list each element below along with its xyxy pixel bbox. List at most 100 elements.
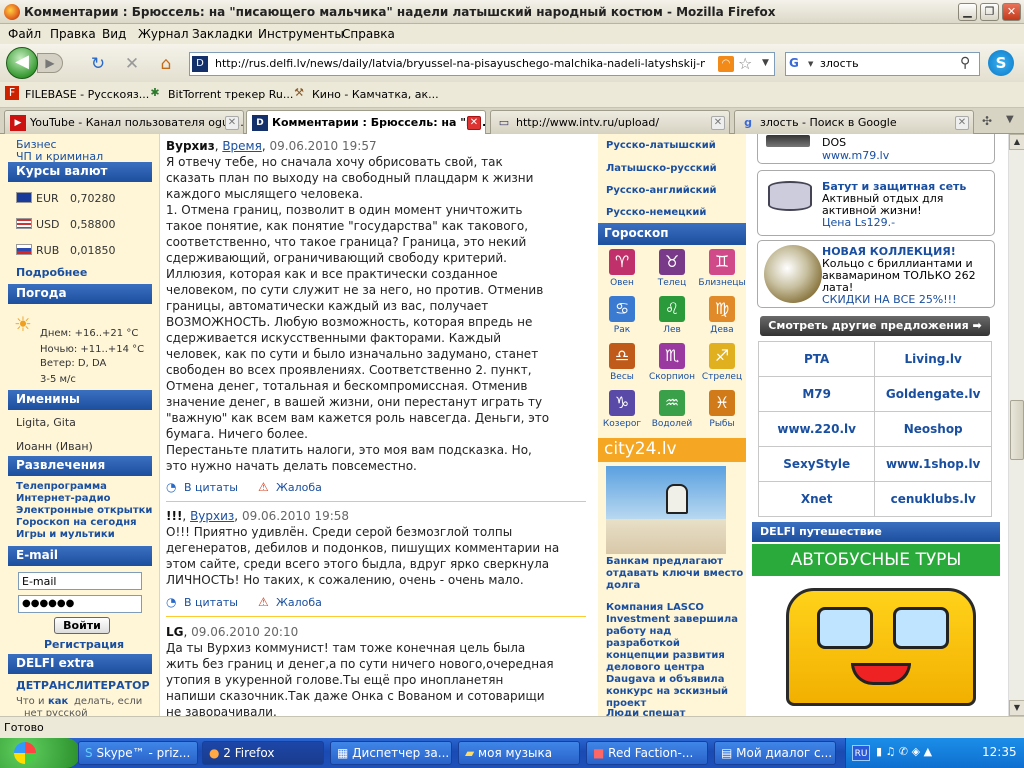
news-link-lasco[interactable]: Компания LASCO Investment завершила рабо… bbox=[606, 602, 744, 710]
dict-ru-en[interactable]: Русско-английский bbox=[606, 185, 716, 196]
taskbar-item-firefox[interactable]: ● 2 Firefox bbox=[202, 741, 324, 765]
translit-link[interactable]: ДЕТРАНСЛИТЕРАТОР bbox=[16, 679, 150, 692]
shop-link[interactable]: SexyStyle bbox=[757, 446, 876, 482]
shop-link[interactable]: www.220.lv bbox=[757, 411, 876, 447]
home-icon[interactable]: ⌂ bbox=[156, 54, 176, 74]
start-button[interactable] bbox=[0, 738, 80, 768]
menu-file[interactable]: Файл bbox=[8, 27, 41, 41]
register-link[interactable]: Регистрация bbox=[44, 638, 124, 651]
search-bar[interactable]: G ▼ злость ⚲ bbox=[785, 52, 980, 76]
comment-reply-link[interactable]: Время bbox=[222, 139, 262, 153]
shop-link[interactable]: cenuklubs.lv bbox=[874, 481, 992, 517]
dict-lv-ru[interactable]: Латышско-русский bbox=[606, 163, 717, 174]
zodiac-capricorn[interactable]: ♑ Козерог bbox=[598, 388, 646, 436]
close-tab-icon[interactable]: ✕ bbox=[467, 116, 481, 130]
dict-ru-lv[interactable]: Русско-латышский bbox=[606, 140, 716, 151]
shop-link[interactable]: Xnet bbox=[757, 481, 876, 517]
zodiac-pisces[interactable]: ♓ Рыбы bbox=[698, 388, 746, 436]
bookmark-filebase[interactable]: FILEBASE - Русскояз... bbox=[25, 88, 149, 101]
menu-help[interactable]: Справка bbox=[342, 27, 395, 41]
link-games[interactable]: Игры и мультики bbox=[16, 529, 115, 540]
shop-link[interactable]: Goldengate.lv bbox=[874, 376, 992, 412]
search-engine-dropdown-icon[interactable]: ▼ bbox=[808, 60, 813, 68]
zodiac-aquarius[interactable]: ♒ Водолей bbox=[648, 388, 696, 436]
zodiac-gemini[interactable]: ♊ Близнецы bbox=[698, 247, 746, 295]
quote-link[interactable]: В цитаты bbox=[184, 596, 238, 609]
menu-edit[interactable]: Правка bbox=[50, 27, 96, 41]
ad-laptop-link[interactable]: www.m79.lv bbox=[822, 150, 889, 162]
menu-view[interactable]: Вид bbox=[102, 27, 126, 41]
zodiac-leo[interactable]: ♌ Лев bbox=[648, 294, 696, 342]
shop-link[interactable]: www.1shop.lv bbox=[874, 446, 992, 482]
taskbar-item-taskmgr[interactable]: ▦ Диспетчер за... bbox=[330, 741, 452, 765]
close-tab-icon[interactable]: ✕ bbox=[711, 116, 725, 130]
menu-history[interactable]: Журнал bbox=[138, 27, 189, 41]
close-button[interactable]: ✕ bbox=[1002, 3, 1021, 21]
zodiac-aries[interactable]: ♈ Овен bbox=[598, 247, 646, 295]
news-link-people[interactable]: Люди спешат продавать bbox=[606, 708, 744, 716]
url-dropdown-icon[interactable]: ▼ bbox=[762, 58, 769, 68]
taskbar-item-redfaction[interactable]: ■ Red Faction-... bbox=[586, 741, 708, 765]
bookmark-bittorrent[interactable]: BitTorrent трекер Ru... bbox=[168, 88, 293, 101]
close-tab-icon[interactable]: ✕ bbox=[225, 116, 239, 130]
taskbar-item-skype[interactable]: S Skype™ - priz... bbox=[78, 741, 198, 765]
link-tv-program[interactable]: Телепрограмма bbox=[16, 481, 107, 492]
shop-link[interactable]: Living.lv bbox=[874, 341, 992, 377]
search-input[interactable]: злость bbox=[820, 57, 859, 70]
dict-ru-de[interactable]: Русско-немецкий bbox=[606, 207, 706, 218]
house-photo[interactable] bbox=[606, 466, 726, 554]
scroll-thumb[interactable] bbox=[1010, 400, 1024, 460]
shop-link[interactable]: Neoshop bbox=[874, 411, 992, 447]
taskbar-item-dialog[interactable]: ▤ Мой диалог с... bbox=[714, 741, 836, 765]
news-link-banks[interactable]: Банкам предлагают отдавать ключи вместо … bbox=[606, 556, 744, 592]
reload-icon[interactable]: ↻ bbox=[88, 54, 108, 74]
clock[interactable]: 12:35 bbox=[982, 745, 1017, 759]
shop-link[interactable]: PTA bbox=[757, 341, 876, 377]
vertical-scrollbar[interactable]: ▲ ▼ bbox=[1008, 134, 1024, 716]
translit-how-link[interactable]: как bbox=[48, 696, 68, 707]
rss-icon[interactable]: ◠ bbox=[718, 56, 734, 72]
url-bar[interactable]: D http://rus.delfi.lv/news/daily/latvia/… bbox=[189, 52, 775, 76]
google-search-icon[interactable]: G bbox=[789, 56, 805, 72]
skype-toolbar-icon[interactable]: S bbox=[988, 50, 1014, 76]
zodiac-taurus[interactable]: ♉ Телец bbox=[648, 247, 696, 295]
link-horoscope[interactable]: Гороскоп на сегодня bbox=[16, 517, 137, 528]
maximize-button[interactable]: ❐ bbox=[980, 3, 999, 21]
complaint-link[interactable]: Жалоба bbox=[276, 596, 322, 609]
minimize-button[interactable]: ▁ bbox=[958, 3, 977, 21]
taskbar-item-music[interactable]: ▰ моя музыка bbox=[458, 741, 580, 765]
zodiac-scorpio[interactable]: ♏ Скорпион bbox=[648, 341, 696, 389]
zodiac-virgo[interactable]: ♍ Дева bbox=[698, 294, 746, 342]
scroll-up-icon[interactable]: ▲ bbox=[1009, 134, 1024, 150]
password-input[interactable]: ●●●●●● bbox=[18, 595, 142, 613]
search-icon[interactable]: ⚲ bbox=[960, 55, 970, 71]
tab-intv[interactable]: ▭ http://www.intv.ru/upload/ ✕ bbox=[490, 110, 730, 134]
login-button[interactable]: Войти bbox=[54, 617, 110, 634]
tab-delfi-comments[interactable]: D Комментарии : Брюссель: на "п... ✕ bbox=[246, 110, 486, 135]
scroll-down-icon[interactable]: ▼ bbox=[1009, 700, 1024, 716]
stop-icon[interactable]: ✕ bbox=[122, 54, 142, 74]
back-button[interactable]: ◀ bbox=[6, 47, 38, 79]
bookmark-kino[interactable]: Кино - Камчатка, ак... bbox=[312, 88, 439, 101]
menu-tools[interactable]: Инструменты bbox=[258, 27, 344, 41]
forward-button[interactable]: ▶ bbox=[37, 53, 63, 73]
close-tab-icon[interactable]: ✕ bbox=[955, 116, 969, 130]
zodiac-sagittarius[interactable]: ♐ Стрелец bbox=[698, 341, 746, 389]
email-input[interactable] bbox=[18, 572, 142, 590]
language-indicator[interactable]: RU bbox=[852, 745, 870, 761]
link-e-cards[interactable]: Электронные открытки bbox=[16, 505, 152, 516]
complaint-link[interactable]: Жалоба bbox=[276, 481, 322, 494]
comment-reply-link[interactable]: Вурхиз bbox=[190, 509, 234, 523]
zodiac-cancer[interactable]: ♋ Рак bbox=[598, 294, 646, 342]
quote-link[interactable]: В цитаты bbox=[184, 481, 238, 494]
bookmark-star-icon[interactable]: ☆ bbox=[738, 54, 752, 73]
link-internet-radio[interactable]: Интернет-радио bbox=[16, 493, 111, 504]
bus-tours-banner[interactable]: АВТОБУСНЫЕ ТУРЫ bbox=[752, 544, 1000, 716]
ad-laptop[interactable]: DOS www.m79.lv bbox=[757, 134, 995, 164]
tab-youtube[interactable]: ▶ YouTube - Канал пользователя ogut... ✕ bbox=[4, 110, 244, 134]
menu-bookmarks[interactable]: Закладки bbox=[192, 27, 253, 41]
new-tab-icon[interactable]: ✣ bbox=[982, 114, 992, 128]
more-offers-button[interactable]: Смотреть другие предложения ➡ bbox=[760, 316, 990, 336]
zodiac-libra[interactable]: ♎ Весы bbox=[598, 341, 646, 389]
city24-logo[interactable]: city24.lv bbox=[598, 438, 746, 462]
